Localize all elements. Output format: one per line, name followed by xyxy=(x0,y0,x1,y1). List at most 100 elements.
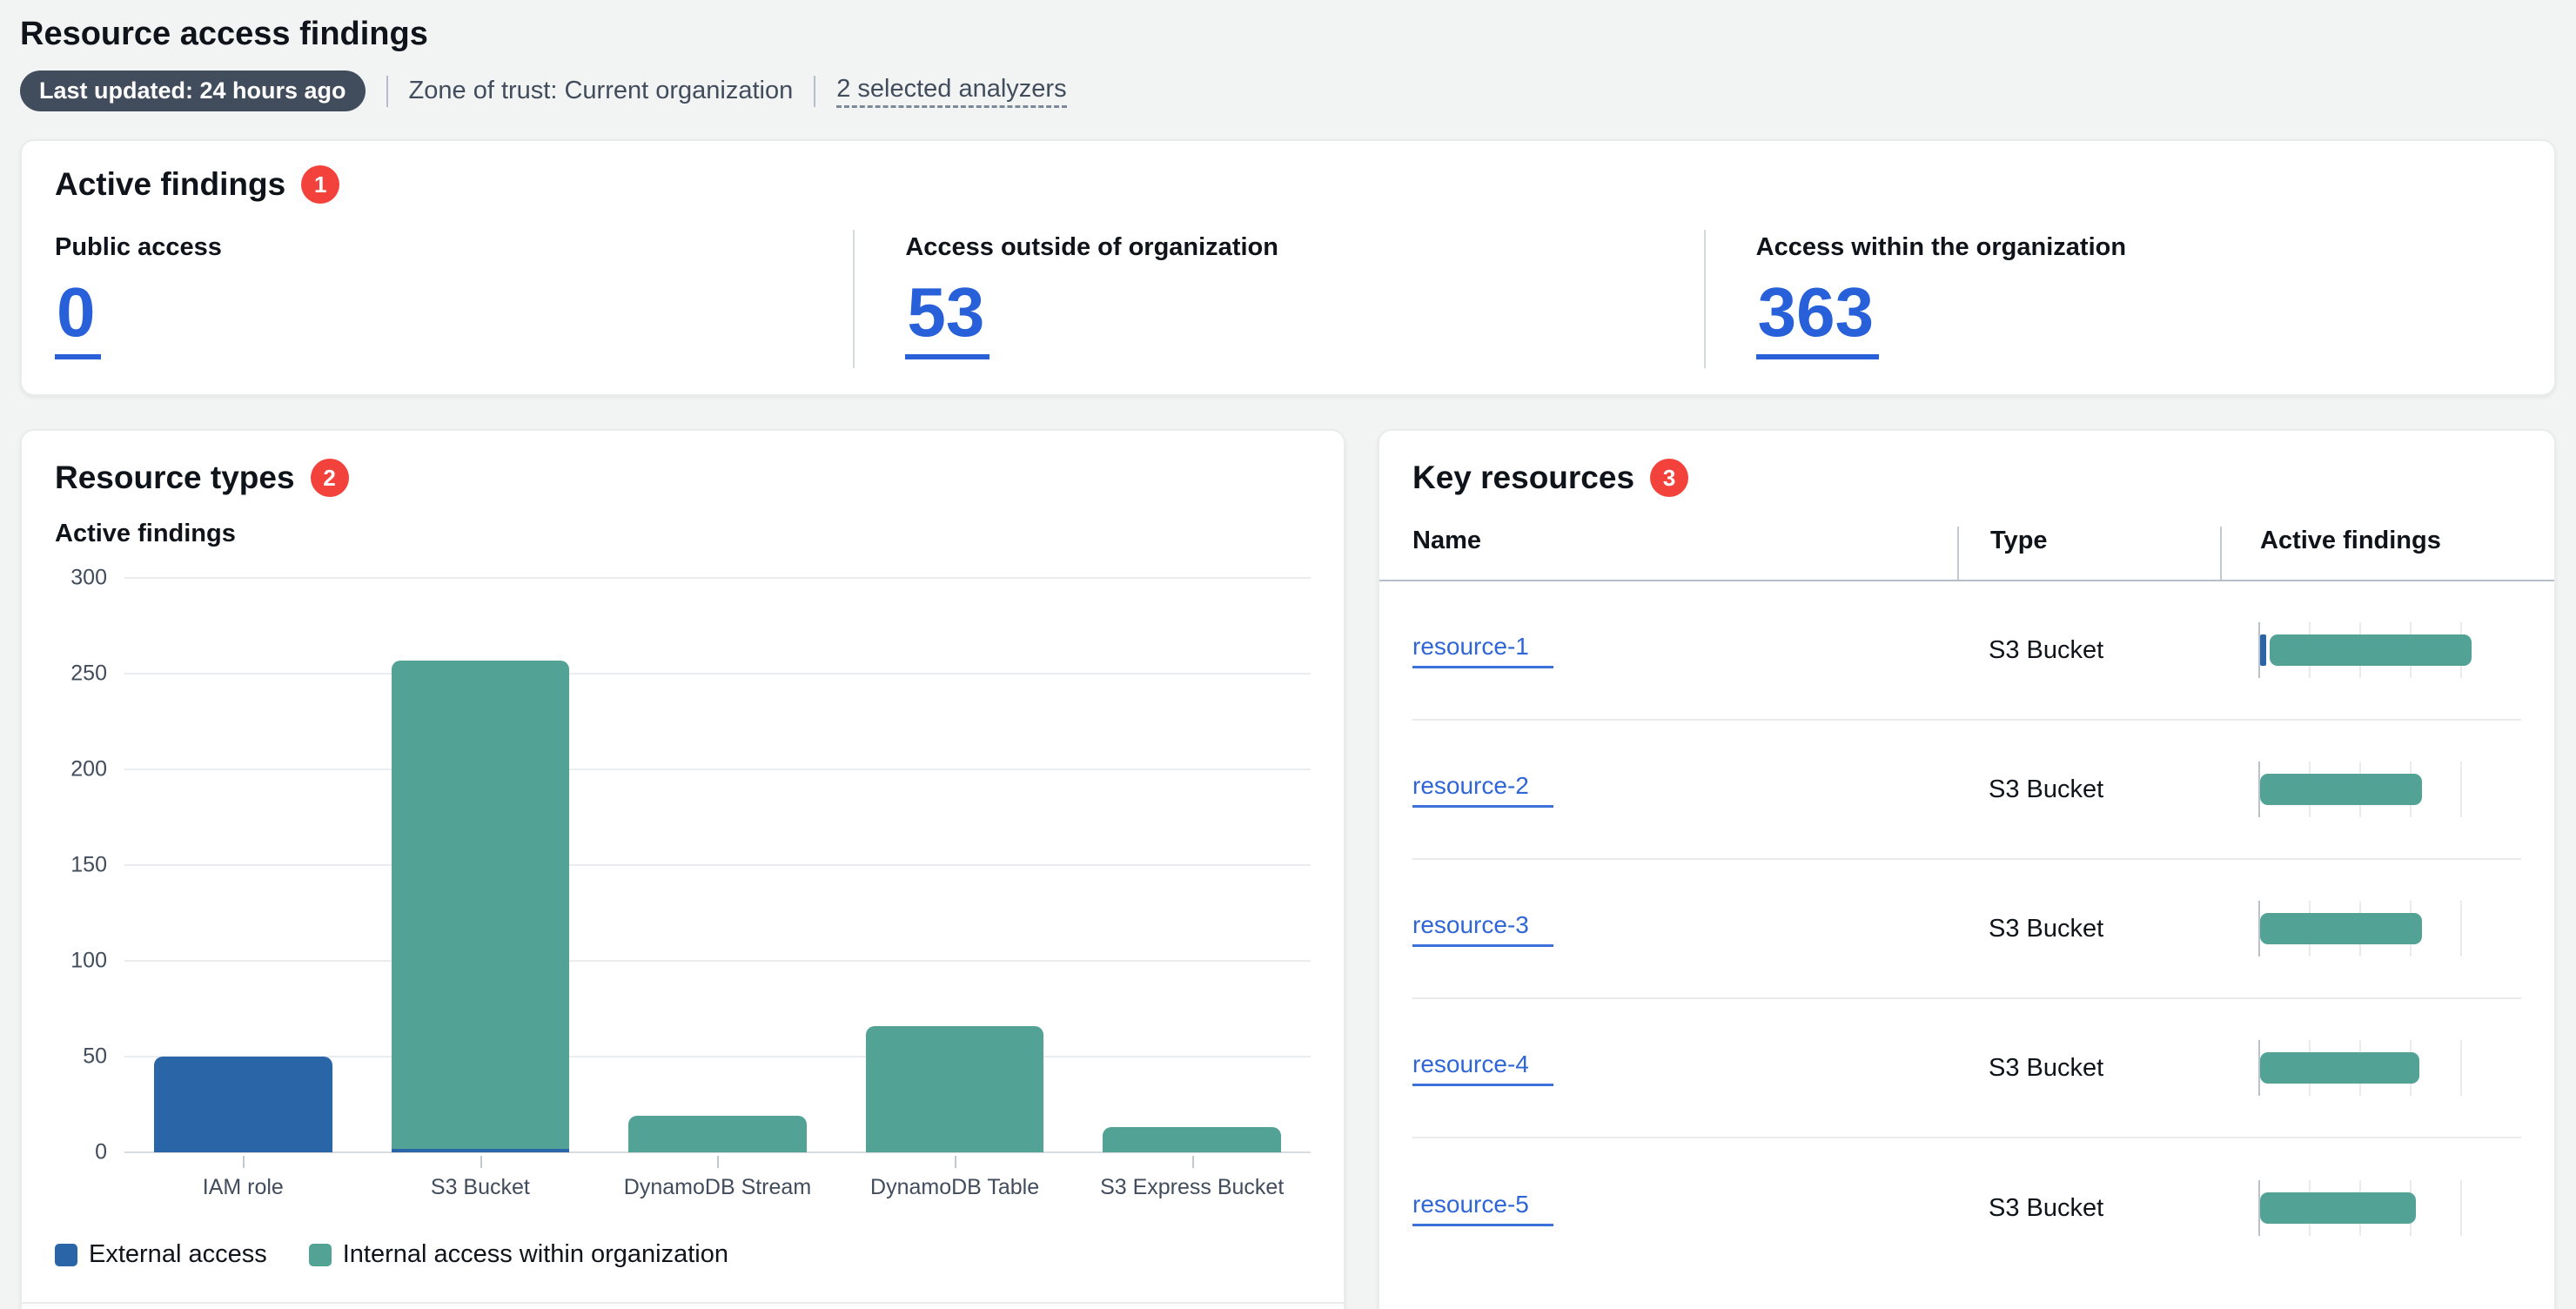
x-axis-tick xyxy=(480,1156,482,1168)
dashboard-cards-row: Resource types 2 Active findings 0501001… xyxy=(20,429,2556,1309)
x-axis-tick xyxy=(243,1156,245,1168)
table-row-resource-3: resource-3 S3 Bucket xyxy=(1412,860,2521,999)
resource-types-footer: View all active findings xyxy=(22,1302,1344,1309)
bar-slot-iam-role xyxy=(124,578,362,1152)
mini-bar-chart xyxy=(2258,1180,2467,1236)
mini-bar-stack xyxy=(2260,634,2472,666)
mini-bar-external-access xyxy=(2260,634,2266,666)
bar-slot-s3-express-bucket xyxy=(1073,578,1311,1152)
mini-chart-gridline xyxy=(2460,1180,2462,1236)
bar-stack xyxy=(1103,1127,1280,1152)
column-header-name: Name xyxy=(1412,527,1957,580)
table-row-resource-5: resource-5S3 Bucket xyxy=(1412,1138,2521,1278)
resource-access-findings-page: Resource access findings Last updated: 2… xyxy=(0,0,2576,1309)
key-resources-title-row: Key resources 3 xyxy=(1379,459,2554,497)
x-axis-label: DynamoDB Table xyxy=(836,1175,1074,1200)
legend-label: External access xyxy=(89,1240,267,1269)
mini-bar-stack xyxy=(2260,913,2422,944)
column-header-active-findings: Active findings xyxy=(2220,527,2521,580)
bar-segment-external-access xyxy=(392,1149,569,1152)
legend-item-external-access: External access xyxy=(55,1240,267,1269)
resource-name-link[interactable]: resource-2 xyxy=(1412,772,1553,808)
resource-types-title: Resource types xyxy=(55,460,295,496)
x-axis-label: IAM role xyxy=(124,1175,362,1200)
x-axis-tick xyxy=(1192,1156,1194,1168)
active-findings-card: Active findings 1 Public access 0 Access o… xyxy=(20,139,2556,396)
table-row-resource-1: resource-1 S3 Bucket xyxy=(1412,581,2521,721)
bar-segment-internal-access-within-organization xyxy=(1103,1127,1280,1152)
legend-item-internal-access-within-organization: Internal access within organization xyxy=(309,1240,728,1269)
mini-bar-chart xyxy=(2258,622,2467,678)
bar-stack xyxy=(154,1057,332,1152)
table-row-resource-2: resource-2 S3 Bucket xyxy=(1412,721,2521,860)
column-header-type: Type xyxy=(1957,527,2220,580)
active-findings-cell xyxy=(2220,622,2521,678)
bar-segment-internal-access-within-organization xyxy=(392,661,569,1149)
metric-label: Public access xyxy=(55,233,820,262)
y-tick-label: 250 xyxy=(70,661,107,687)
active-findings-title-row: Active findings 1 xyxy=(22,165,2554,204)
active-findings-title: Active findings xyxy=(55,166,285,203)
bar-segment-internal-access-within-organization xyxy=(628,1116,806,1152)
chart-plot xyxy=(124,578,1311,1152)
meta-separator xyxy=(814,76,815,107)
mini-chart-gridline xyxy=(2460,762,2462,817)
key-resources-table-body: resource-1S3 Bucketresource-2S3 Bucketre… xyxy=(1379,581,2554,1278)
y-tick-label: 150 xyxy=(70,853,107,878)
page-title: Resource access findings xyxy=(20,16,2556,53)
key-resources-title: Key resources xyxy=(1412,460,1634,496)
bar-stack xyxy=(628,1116,806,1152)
bar-slot-s3-bucket xyxy=(362,578,600,1152)
metric-value-link[interactable]: 363 xyxy=(1756,278,1879,359)
metric-access-within-the-organization: Access within the organization363 xyxy=(1704,230,2554,368)
resource-type-text: S3 Bucket xyxy=(1957,915,2220,943)
bar-segment-external-access xyxy=(154,1057,332,1152)
mini-bar-stack xyxy=(2260,774,2422,805)
meta-separator xyxy=(386,76,388,107)
chart-legend: External access Internal access within or… xyxy=(55,1240,1311,1269)
x-axis-label: DynamoDB Stream xyxy=(599,1175,836,1200)
mini-bar-internal-access xyxy=(2260,1192,2416,1224)
legend-color-chip xyxy=(309,1244,332,1266)
selected-analyzers-link[interactable]: 2 selected analyzers xyxy=(836,75,1066,108)
bar-slot-dynamodb-stream xyxy=(599,578,836,1152)
active-findings-cell xyxy=(2220,901,2521,957)
resource-type-text: S3 Bucket xyxy=(1957,775,2220,804)
y-tick-label: 100 xyxy=(70,949,107,974)
resource-name-link[interactable]: resource-4 xyxy=(1412,1051,1553,1086)
chart-x-labels: IAM roleS3 BucketDynamoDB StreamDynamoDB… xyxy=(124,1175,1311,1200)
chart-y-axis: 050100150200250300 xyxy=(55,578,124,1152)
metric-public-access: Public access 0 xyxy=(22,230,853,368)
metric-access-outside-of-organization: Access outside of organization53 xyxy=(853,230,1703,368)
legend-label: Internal access within organization xyxy=(343,1240,728,1269)
mini-chart-gridline xyxy=(2460,901,2462,957)
bar-stack xyxy=(392,661,569,1152)
metric-value-link[interactable]: 0 xyxy=(55,278,101,359)
mini-bar-stack xyxy=(2260,1192,2416,1224)
last-updated-badge: Last updated: 24 hours ago xyxy=(20,70,366,111)
resource-type-text: S3 Bucket xyxy=(1957,636,2220,665)
resource-name-link[interactable]: resource-1 xyxy=(1412,633,1553,668)
active-findings-metrics: Public access 0 Access outside of organiza… xyxy=(22,230,2554,368)
mini-bar-internal-access xyxy=(2260,1052,2419,1084)
mini-bar-stack xyxy=(2260,1052,2419,1084)
active-findings-cell xyxy=(2220,1180,2521,1236)
mini-bar-chart xyxy=(2258,901,2467,957)
resource-name-link[interactable]: resource-5 xyxy=(1412,1191,1553,1226)
resource-type-text: S3 Bucket xyxy=(1957,1054,2220,1083)
resource-types-title-row: Resource types 2 xyxy=(22,459,1344,497)
header-meta-row: Last updated: 24 hours ago Zone of trust… xyxy=(20,70,2556,111)
x-axis-tick xyxy=(717,1156,719,1168)
x-axis-label: S3 Express Bucket xyxy=(1073,1175,1311,1200)
mini-bar-chart xyxy=(2258,1040,2467,1096)
mini-bar-internal-access xyxy=(2260,913,2422,944)
mini-bar-internal-access xyxy=(2260,774,2422,805)
active-findings-cell xyxy=(2220,762,2521,817)
resource-types-card: Resource types 2 Active findings 0501001… xyxy=(20,429,1345,1309)
legend-color-chip xyxy=(55,1244,77,1266)
key-resources-card: Key resources 3 Name Type Active finding… xyxy=(1378,429,2556,1309)
metric-value-link[interactable]: 53 xyxy=(905,278,989,359)
bar-segment-internal-access-within-organization xyxy=(866,1026,1043,1152)
x-axis-label: S3 Bucket xyxy=(362,1175,600,1200)
resource-name-link[interactable]: resource-3 xyxy=(1412,911,1553,947)
